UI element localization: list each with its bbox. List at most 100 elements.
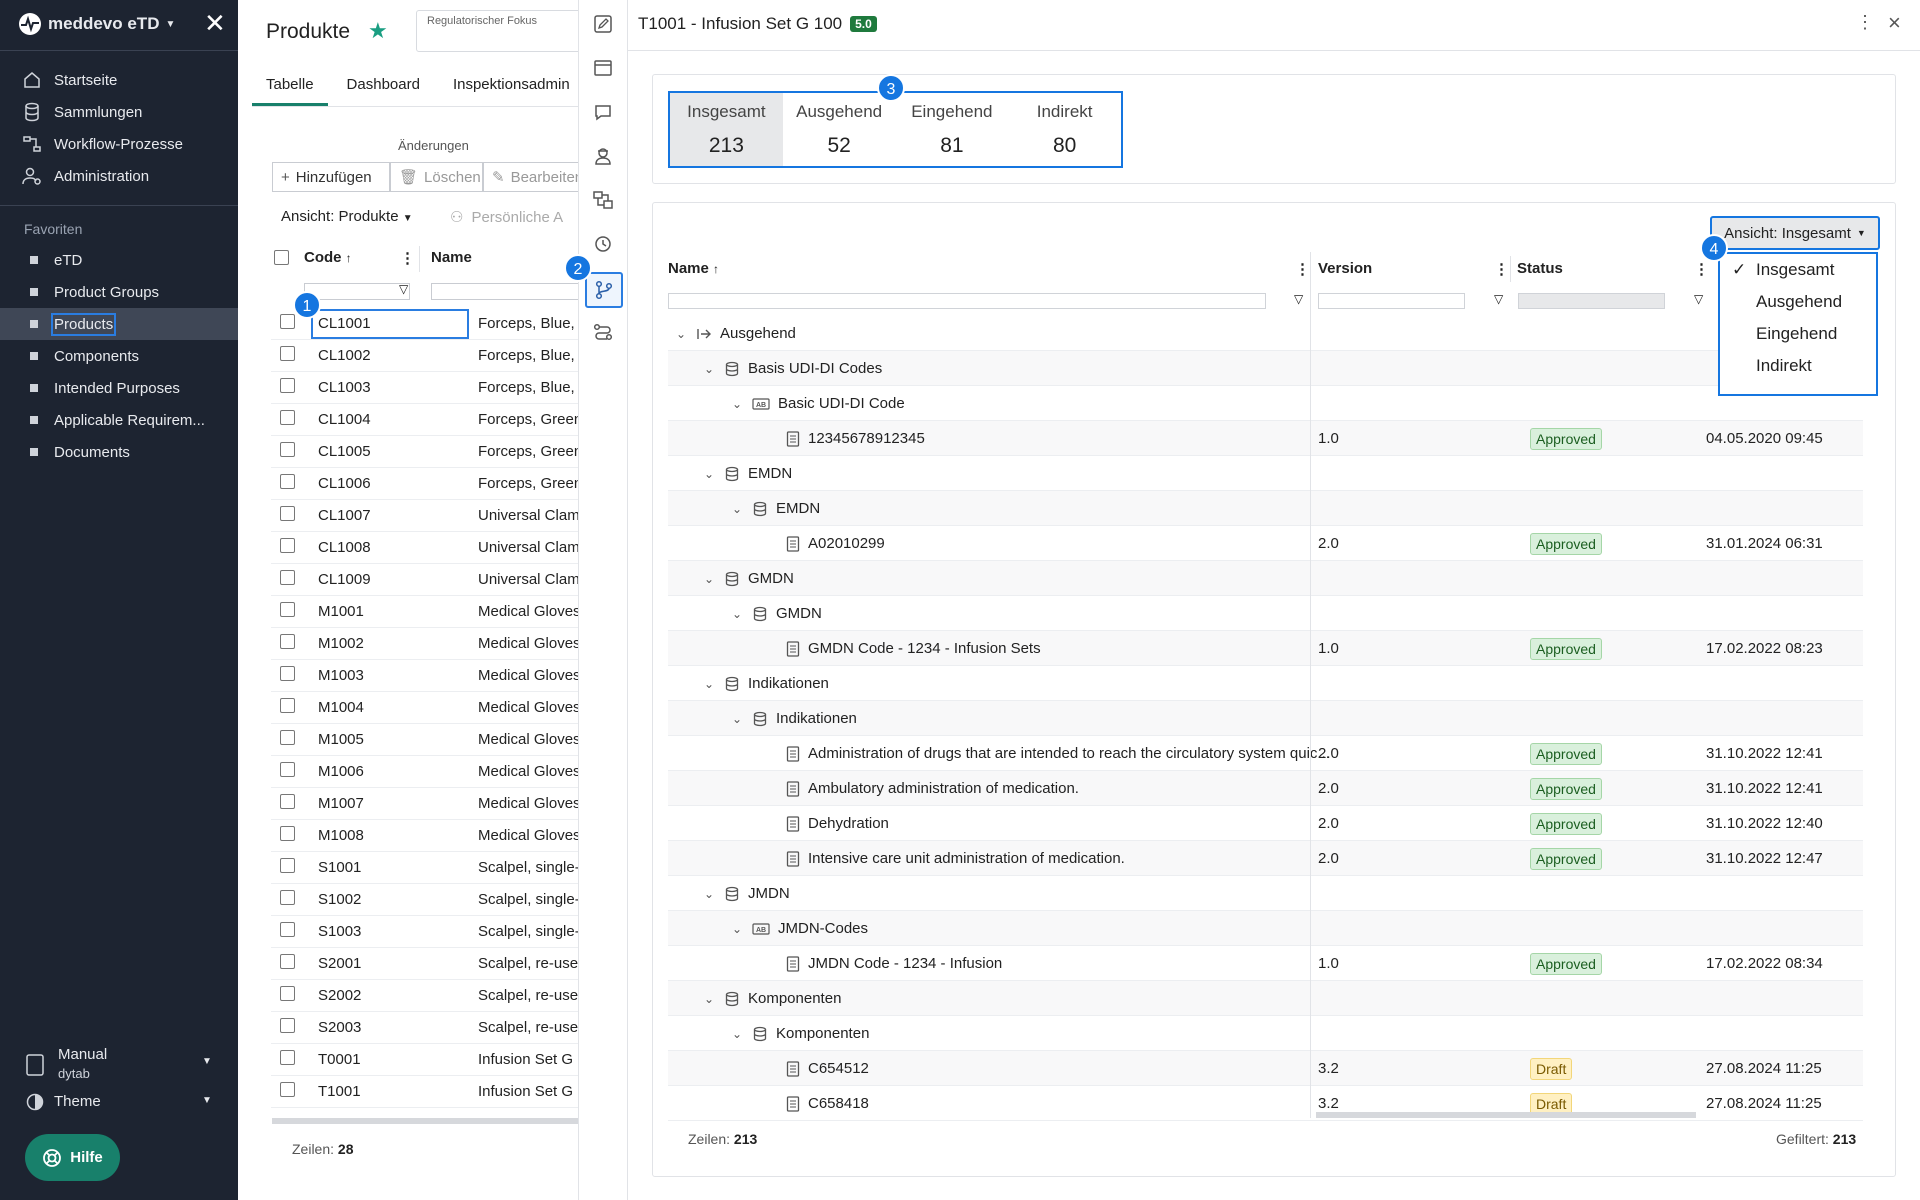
nav-workflow[interactable]: Workflow-Prozesse xyxy=(22,128,232,160)
tree-row[interactable]: ⌄ Indikationen xyxy=(668,701,1863,736)
regulatory-focus-select[interactable]: Regulatorischer Fokus xyxy=(416,10,586,52)
table-row[interactable]: M1007 Medical Gloves xyxy=(271,788,581,820)
row-checkbox[interactable] xyxy=(280,730,295,745)
table-row[interactable]: CL1005 Forceps, Green, xyxy=(271,436,581,468)
row-checkbox[interactable] xyxy=(280,346,295,361)
name-filter-input[interactable] xyxy=(668,293,1266,309)
favorite-etd[interactable]: eTD xyxy=(0,244,238,276)
add-button[interactable]: + Hinzufügen xyxy=(272,162,390,192)
table-row[interactable]: CL1002 Forceps, Blue, S xyxy=(271,340,581,372)
view-select-button[interactable]: Ansicht: Insgesamt ▼ xyxy=(1710,216,1880,250)
row-checkbox[interactable] xyxy=(280,474,295,489)
name-filter-input[interactable] xyxy=(431,283,581,300)
help-button[interactable]: Hilfe xyxy=(25,1134,120,1181)
table-row[interactable]: S1001 Scalpel, single- xyxy=(271,852,581,884)
chevron-down-icon[interactable]: ⌄ xyxy=(730,712,744,726)
tree-row[interactable]: Intensive care unit administration of me… xyxy=(668,841,1863,876)
tree-row[interactable]: ⌄ Komponenten xyxy=(668,1016,1863,1051)
tree-row[interactable]: Dehydration 2.0 Approved 31.10.2022 12:40 xyxy=(668,806,1863,841)
theme-selector[interactable]: Theme ▼ xyxy=(24,1090,220,1116)
favorite-intended-purposes[interactable]: Intended Purposes xyxy=(0,372,238,404)
history-icon[interactable] xyxy=(592,233,616,257)
tree-row[interactable]: ⌄ Indikationen xyxy=(668,666,1863,701)
tree-row[interactable]: ⌄ EMDN xyxy=(668,456,1863,491)
column-menu-icon[interactable]: ⋮ xyxy=(400,249,415,267)
filter-icon[interactable]: ▽ xyxy=(1494,292,1503,306)
favorite-star-icon[interactable]: ★ xyxy=(368,18,388,44)
row-checkbox[interactable] xyxy=(280,634,295,649)
table-row[interactable]: S2003 Scalpel, re-usea xyxy=(271,1012,581,1044)
nav-startseite[interactable]: Startseite xyxy=(22,64,232,96)
favorite-product-groups[interactable]: Product Groups xyxy=(0,276,238,308)
table-row[interactable]: CL1006 Forceps, Green, xyxy=(271,468,581,500)
table-row[interactable]: S2002 Scalpel, re-usea xyxy=(271,980,581,1012)
row-checkbox[interactable] xyxy=(280,698,295,713)
view-option-insgesamt[interactable]: ✓ Insgesamt xyxy=(1720,254,1876,286)
tree-row[interactable]: GMDN Code - 1234 - Infusion Sets 1.0 Appro… xyxy=(668,631,1863,666)
tree-row[interactable]: ⌄ JMDN xyxy=(668,876,1863,911)
tree-row[interactable]: ⌄ EMDN xyxy=(668,491,1863,526)
filter-icon[interactable]: ▽ xyxy=(399,282,408,296)
status-filter-select[interactable] xyxy=(1518,293,1665,309)
select-all-checkbox[interactable] xyxy=(274,250,289,265)
chevron-down-icon[interactable]: ⌄ xyxy=(730,607,744,621)
row-checkbox[interactable] xyxy=(280,378,295,393)
edit-icon[interactable] xyxy=(592,13,616,37)
col-name-header[interactable]: Name xyxy=(431,249,472,266)
view-dropdown[interactable]: Ansicht: Produkte ▼ xyxy=(281,208,413,225)
table-row[interactable]: S1003 Scalpel, single- xyxy=(271,916,581,948)
relations-icon[interactable] xyxy=(585,272,623,308)
workspace-selector[interactable]: Manual dytab ▼ xyxy=(24,1044,220,1084)
chevron-down-icon[interactable]: ⌄ xyxy=(730,397,744,411)
tree-row[interactable]: ⌄ AB Basic UDI-DI Code xyxy=(668,386,1863,421)
chevron-down-icon[interactable]: ⌄ xyxy=(702,887,716,901)
tree-row[interactable]: C654512 3.2 Draft 27.08.2024 11:25 xyxy=(668,1051,1863,1086)
favorite-documents[interactable]: Documents xyxy=(0,436,238,468)
row-checkbox[interactable] xyxy=(280,762,295,777)
row-checkbox[interactable] xyxy=(280,858,295,873)
chevron-down-icon[interactable]: ⌄ xyxy=(730,502,744,516)
row-checkbox[interactable] xyxy=(280,538,295,553)
column-menu-icon[interactable]: ⋮ xyxy=(1295,260,1310,278)
stat-eingehend[interactable]: Eingehend 81 xyxy=(896,93,1009,166)
row-checkbox[interactable] xyxy=(280,1082,295,1097)
row-checkbox[interactable] xyxy=(280,666,295,681)
table-row[interactable]: M1002 Medical Gloves xyxy=(271,628,581,660)
view-option-indirekt[interactable]: Indirekt xyxy=(1720,350,1876,382)
delete-button[interactable]: 🗑 Löschen xyxy=(390,162,483,192)
edit-button[interactable]: ✎ Bearbeiten xyxy=(483,162,580,192)
view-option-ausgehend[interactable]: Ausgehend xyxy=(1720,286,1876,318)
table-row[interactable]: M1003 Medical Gloves xyxy=(271,660,581,692)
tree-row[interactable]: ⌄ Komponenten xyxy=(668,981,1863,1016)
row-checkbox[interactable] xyxy=(280,794,295,809)
table-row[interactable]: CL1008 Universal Clamp xyxy=(271,532,581,564)
row-checkbox[interactable] xyxy=(280,570,295,585)
stat-ausgehend[interactable]: Ausgehend 52 xyxy=(783,93,896,166)
personal-views-button[interactable]: ⚇ Persönliche A xyxy=(450,208,563,226)
table-row[interactable]: T0001 Infusion Set G xyxy=(271,1044,581,1076)
row-checkbox[interactable] xyxy=(280,442,295,457)
row-checkbox[interactable] xyxy=(280,954,295,969)
chevron-down-icon[interactable]: ⌄ xyxy=(702,992,716,1006)
route-icon[interactable] xyxy=(592,321,616,345)
version-filter-input[interactable] xyxy=(1318,293,1465,309)
filter-icon[interactable]: ▽ xyxy=(1694,292,1703,306)
table-row[interactable]: CL1007 Universal Clamp xyxy=(271,500,581,532)
code-filter-input[interactable] xyxy=(304,283,410,300)
nav-sammlungen[interactable]: Sammlungen xyxy=(22,96,232,128)
horizontal-scrollbar[interactable] xyxy=(1316,1112,1696,1118)
inspector-icon[interactable] xyxy=(592,145,616,169)
row-checkbox[interactable] xyxy=(280,1018,295,1033)
col-status-header[interactable]: Status xyxy=(1517,260,1563,277)
tree-row[interactable]: ⌄ Basis UDI-DI Codes xyxy=(668,351,1863,386)
tree-row[interactable]: JMDN Code - 1234 - Infusion 1.0 Approved 17… xyxy=(668,946,1863,981)
chevron-down-icon[interactable]: ⌄ xyxy=(674,327,688,341)
view-option-eingehend[interactable]: Eingehend xyxy=(1720,318,1876,350)
tree-row[interactable]: 12345678912345 1.0 Approved 04.05.2020 09:4… xyxy=(668,421,1863,456)
horizontal-scrollbar[interactable] xyxy=(272,1118,582,1124)
tab-tabelle[interactable]: Tabelle xyxy=(252,70,328,106)
column-menu-icon[interactable]: ⋮ xyxy=(1694,260,1709,278)
chevron-down-icon[interactable]: ⌄ xyxy=(730,1027,744,1041)
table-row[interactable]: S1002 Scalpel, single- xyxy=(271,884,581,916)
row-checkbox[interactable] xyxy=(280,410,295,425)
